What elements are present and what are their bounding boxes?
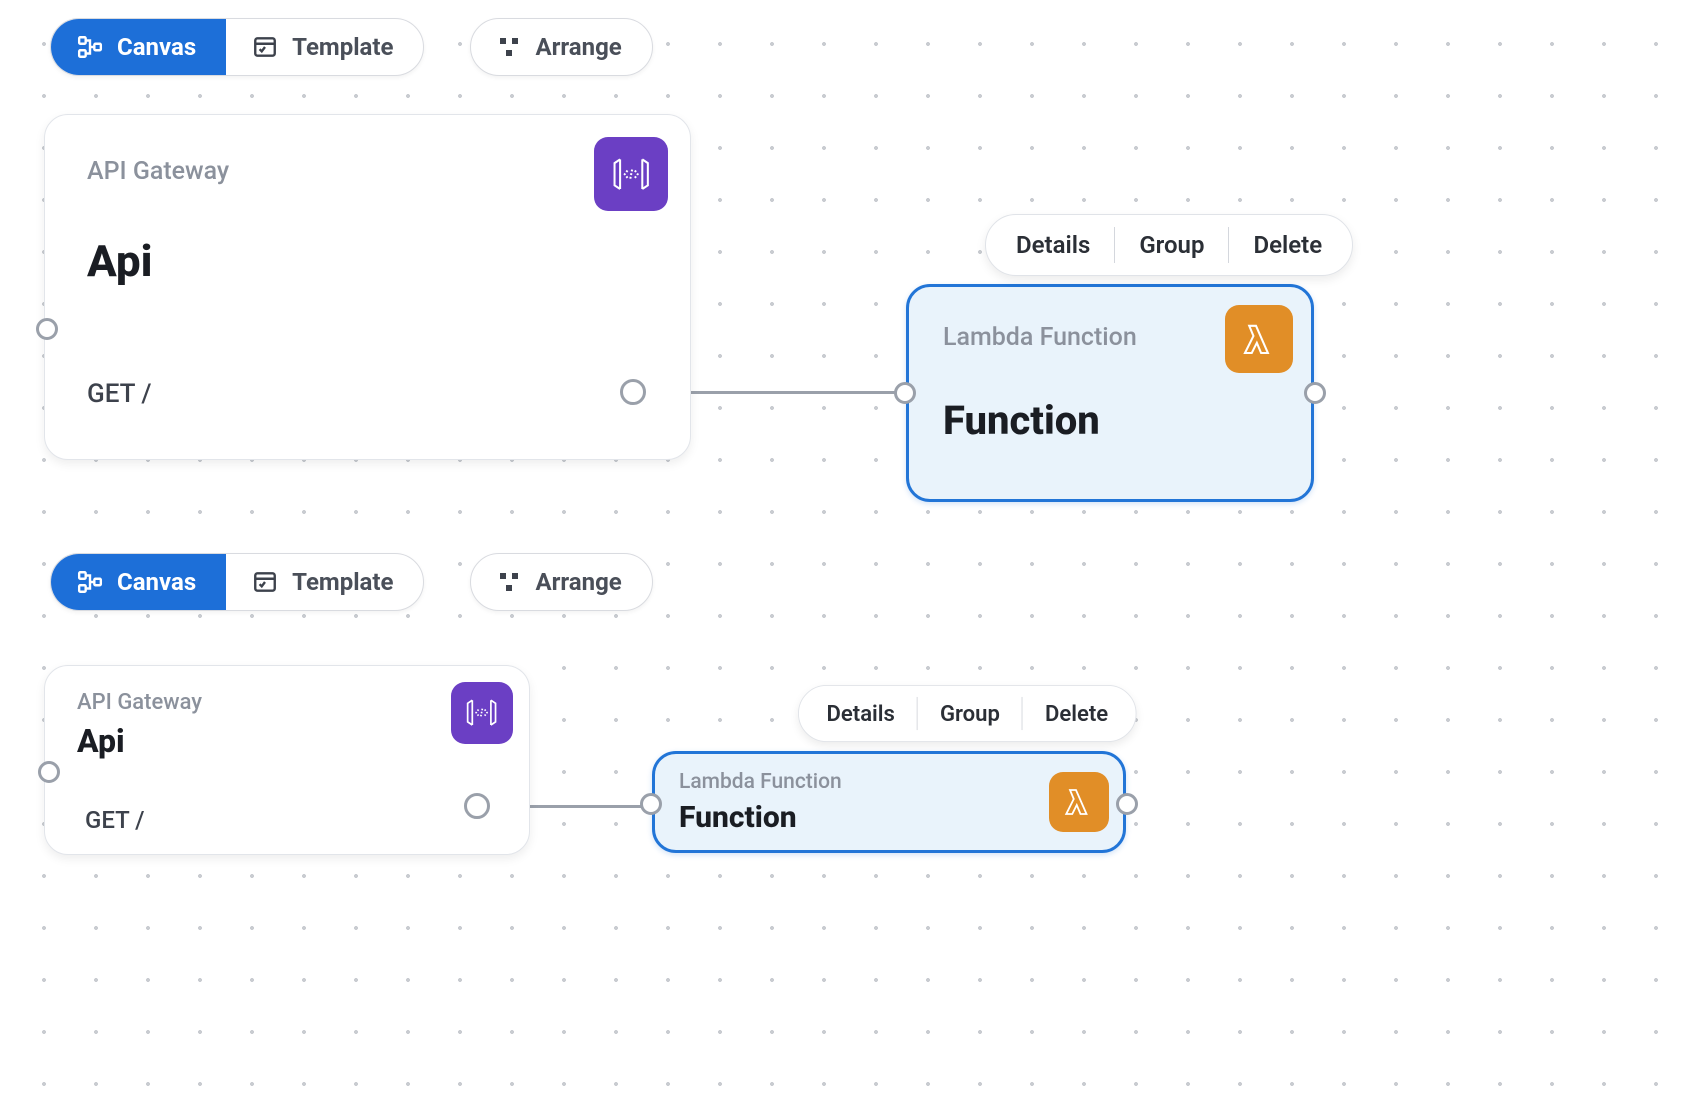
canvas-tab[interactable]: Canvas: [51, 554, 226, 610]
lambda-icon: [1225, 305, 1293, 373]
lambda-function-card[interactable]: Lambda Function Function: [906, 284, 1314, 502]
canvas-tab-label: Canvas: [117, 33, 196, 61]
toolbar: Canvas Template Arrange: [50, 18, 653, 76]
template-tab-label: Template: [292, 33, 393, 61]
ctx-group[interactable]: Group: [918, 686, 1022, 741]
apigateway-icon: [451, 682, 513, 744]
designer-panel-small: Canvas Template Arrange API Gateway Api …: [0, 535, 1682, 1115]
canvas-tab-label: Canvas: [117, 568, 196, 596]
port-left[interactable]: [38, 761, 60, 783]
ctx-details[interactable]: Details: [804, 686, 917, 741]
view-toggle-group: Canvas Template: [50, 18, 424, 76]
ctx-delete[interactable]: Delete: [1023, 686, 1130, 741]
ctx-group[interactable]: Group: [1115, 215, 1228, 275]
port-in[interactable]: [894, 382, 916, 404]
apigateway-icon: [594, 137, 668, 211]
template-icon: [252, 569, 278, 595]
template-tab[interactable]: Template: [226, 19, 423, 75]
ctx-details[interactable]: Details: [992, 215, 1114, 275]
api-gateway-card[interactable]: API Gateway Api GET /: [44, 665, 530, 855]
toolbar: Canvas Template Arrange: [50, 553, 653, 611]
lambda-icon: [1049, 772, 1109, 832]
port-left[interactable]: [36, 318, 58, 340]
arrange-icon: [497, 570, 521, 594]
arrange-icon: [497, 35, 521, 59]
arrange-button-label: Arrange: [535, 568, 621, 596]
flow-icon: [77, 34, 103, 60]
canvas-tab[interactable]: Canvas: [51, 19, 226, 75]
template-tab-label: Template: [292, 568, 393, 596]
card-service-label: Lambda Function: [679, 770, 842, 794]
arrange-button[interactable]: Arrange: [470, 553, 652, 611]
api-gateway-card[interactable]: API Gateway Api GET /: [44, 114, 691, 460]
designer-panel-large: Canvas Template Arrange API Gateway Api …: [0, 0, 1682, 535]
card-title: Function: [943, 397, 1100, 444]
node-context-menu: Details Group Delete: [798, 685, 1137, 742]
card-title: Api: [77, 722, 125, 760]
port-out[interactable]: [1116, 793, 1138, 815]
card-endpoint: GET /: [87, 379, 152, 409]
template-tab[interactable]: Template: [226, 554, 423, 610]
ctx-delete[interactable]: Delete: [1229, 215, 1346, 275]
port-out[interactable]: [464, 793, 490, 819]
port-out[interactable]: [620, 379, 646, 405]
card-endpoint: GET /: [85, 806, 145, 834]
node-context-menu: Details Group Delete: [985, 214, 1353, 276]
lambda-function-card[interactable]: Lambda Function Function: [652, 751, 1126, 853]
card-service-label: API Gateway: [87, 157, 229, 186]
arrange-button[interactable]: Arrange: [470, 18, 652, 76]
card-title: Function: [679, 800, 797, 835]
template-icon: [252, 34, 278, 60]
card-service-label: API Gateway: [77, 690, 202, 715]
card-title: Api: [87, 235, 153, 287]
port-in[interactable]: [640, 793, 662, 815]
arrange-button-label: Arrange: [535, 33, 621, 61]
card-service-label: Lambda Function: [943, 323, 1137, 352]
flow-icon: [77, 569, 103, 595]
port-out[interactable]: [1304, 382, 1326, 404]
view-toggle-group: Canvas Template: [50, 553, 424, 611]
